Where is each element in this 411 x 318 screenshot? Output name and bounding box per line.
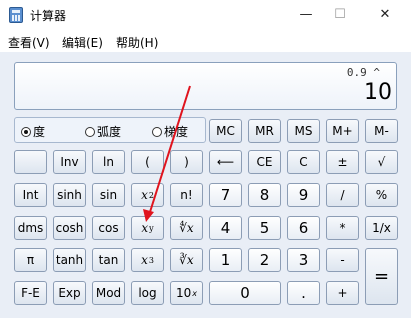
x-cubed-button[interactable]: x3 xyxy=(131,248,164,272)
radio-degree[interactable]: 度 xyxy=(21,123,45,140)
radio-dot xyxy=(21,127,31,137)
x-squared-exp: 2 xyxy=(148,190,154,200)
inv-button[interactable]: Inv xyxy=(53,150,86,174)
sqrt-button[interactable]: √ xyxy=(365,150,398,174)
right-paren-button[interactable]: ) xyxy=(170,150,203,174)
cube-root-button[interactable]: ∛x xyxy=(170,248,203,272)
minimize-button[interactable]: — xyxy=(293,4,319,26)
tan-button[interactable]: tan xyxy=(92,248,125,272)
digit-9-button[interactable]: 9 xyxy=(287,183,320,207)
ms-button[interactable]: MS xyxy=(287,119,320,143)
digit-5-button[interactable]: 5 xyxy=(248,216,281,240)
digit-3-button[interactable]: 3 xyxy=(287,248,320,272)
expression-display: 0.9 ^ xyxy=(346,66,380,79)
mc-button[interactable]: MC xyxy=(209,119,242,143)
angle-unit-group: 度 弧度 梯度 xyxy=(14,117,206,143)
dms-button[interactable]: dms xyxy=(14,216,47,240)
radio-dot xyxy=(152,127,162,137)
mr-button[interactable]: MR xyxy=(248,119,281,143)
radio-gradian[interactable]: 梯度 xyxy=(152,123,188,140)
reciprocal-button[interactable]: 1/x xyxy=(365,216,398,240)
tanh-button[interactable]: tanh xyxy=(53,248,86,272)
ten-power-x-button[interactable]: 10 x xyxy=(170,281,203,305)
multiply-button[interactable]: * xyxy=(326,216,359,240)
digit-1-button[interactable]: 1 xyxy=(209,248,242,272)
digit-7-button[interactable]: 7 xyxy=(209,183,242,207)
backspace-button[interactable]: ⟵ xyxy=(209,150,242,174)
x-power-y-base: x xyxy=(141,221,149,235)
x-power-y-button[interactable]: xy xyxy=(131,216,164,240)
ln-button[interactable]: ln xyxy=(92,150,125,174)
c-button[interactable]: C xyxy=(287,150,320,174)
ce-button[interactable]: CE xyxy=(248,150,281,174)
radio-label: 弧度 xyxy=(97,125,122,139)
equals-button[interactable]: = xyxy=(365,248,398,305)
m-plus-button[interactable]: M+ xyxy=(326,119,359,143)
menu-bar: 查看(V) 编辑(E) 帮助(H) xyxy=(0,30,411,52)
decimal-button[interactable]: . xyxy=(287,281,320,305)
x-cubed-exp: 3 xyxy=(148,255,154,265)
sinh-button[interactable]: sinh xyxy=(53,183,86,207)
factorial-button[interactable]: n! xyxy=(170,183,203,207)
display: 0.9 ^ 10 xyxy=(14,62,397,110)
radio-radian[interactable]: 弧度 xyxy=(85,123,121,140)
blank-button[interactable] xyxy=(14,150,47,174)
digit-4-button[interactable]: 4 xyxy=(209,216,242,240)
divide-button[interactable]: / xyxy=(326,183,359,207)
x-cubed-base: x xyxy=(141,253,148,267)
pi-button[interactable]: π xyxy=(14,248,47,272)
log-button[interactable]: log xyxy=(131,281,164,305)
close-button[interactable]: ✕ xyxy=(372,4,398,26)
x-power-y-exp: y xyxy=(149,223,154,233)
digit-2-button[interactable]: 2 xyxy=(248,248,281,272)
mod-button[interactable]: Mod xyxy=(92,281,125,305)
radio-label: 梯度 xyxy=(164,125,189,139)
sin-button[interactable]: sin xyxy=(92,183,125,207)
radio-dot xyxy=(85,127,95,137)
digit-8-button[interactable]: 8 xyxy=(248,183,281,207)
digit-0-button[interactable]: 0 xyxy=(209,281,281,305)
exp-button[interactable]: Exp xyxy=(53,281,86,305)
cos-button[interactable]: cos xyxy=(92,216,125,240)
radio-label: 度 xyxy=(33,125,46,139)
subtract-button[interactable]: - xyxy=(326,248,359,272)
left-paren-button[interactable]: ( xyxy=(131,150,164,174)
x-squared-button[interactable]: x2 xyxy=(131,183,164,207)
x-squared-base: x xyxy=(141,188,148,202)
ten-power-x-base: 10 xyxy=(175,286,192,300)
cosh-button[interactable]: cosh xyxy=(53,216,86,240)
add-button[interactable]: + xyxy=(326,281,359,305)
window-title: 计算器 xyxy=(30,9,67,23)
fe-button[interactable]: F-E xyxy=(14,281,47,305)
menu-help[interactable]: 帮助(H) xyxy=(116,34,158,51)
result-display: 10 xyxy=(364,80,392,105)
digit-6-button[interactable]: 6 xyxy=(287,216,320,240)
y-root-button[interactable]: ∜x xyxy=(170,216,203,240)
m-minus-button[interactable]: M- xyxy=(365,119,398,143)
maximize-button[interactable]: ☐ xyxy=(327,4,353,26)
title-bar: 计算器 — ☐ ✕ xyxy=(0,0,411,30)
menu-view[interactable]: 查看(V) xyxy=(8,34,50,51)
ten-power-x-exp: x xyxy=(192,288,197,298)
percent-button[interactable]: % xyxy=(365,183,398,207)
calculator-icon xyxy=(9,7,23,23)
sign-button[interactable]: ± xyxy=(326,150,359,174)
menu-edit[interactable]: 编辑(E) xyxy=(62,34,103,51)
int-button[interactable]: Int xyxy=(14,183,47,207)
